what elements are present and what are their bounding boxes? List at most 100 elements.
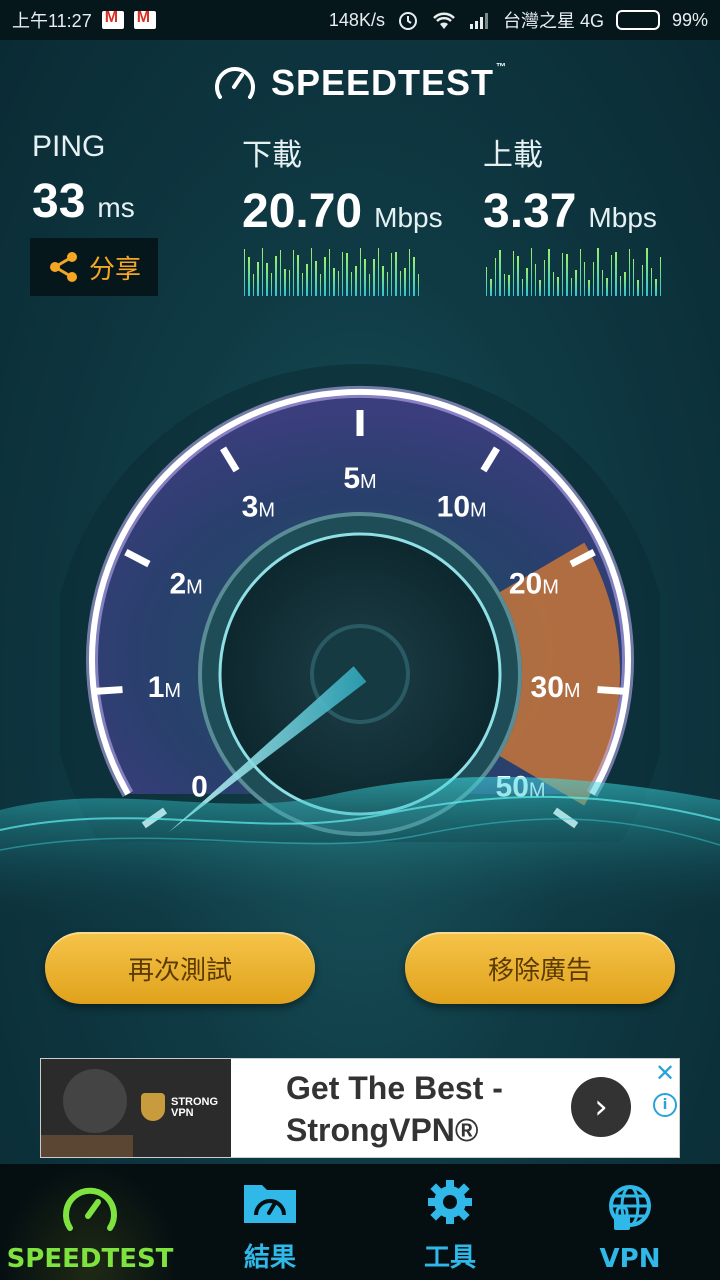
sparkline-bar [261,248,264,296]
upload-stat: 上載 3.37 Mbps [483,130,657,239]
app-header: SPEEDTEST ™ [0,62,720,104]
sparkline-bar [275,256,277,296]
sparkline-bar [346,253,348,296]
sparkline-bar [521,279,524,296]
sparkline-bar [324,257,326,296]
sparkline-bar [413,257,415,296]
sparkline-bar [341,252,344,296]
sparkline-bar [244,249,246,296]
sparkline-bar [557,277,559,296]
sparkline-bar [315,261,317,296]
sparkline-bar [417,274,420,296]
download-unit: Mbps [374,202,443,233]
sparkline-bar [377,248,380,296]
share-button[interactable]: 分享 [30,238,158,296]
download-sparkline [244,244,420,296]
ad-info-icon[interactable]: i [653,1093,677,1117]
sparkline-bar [615,252,617,296]
sparkline-bar [579,249,581,296]
sparkline-bar [517,256,519,296]
ad-person-silhouette [63,1069,127,1133]
nav-tab-speedtest[interactable]: SPEEDTEST [0,1164,180,1280]
ad-close-icon[interactable]: ✕ [651,1059,679,1087]
nav-tab-results[interactable]: 結果 [180,1164,360,1280]
sparkline-bar [292,250,295,296]
sparkline-bar [637,280,639,296]
sparkline-bar [252,274,255,296]
sparkline-bar [526,268,528,296]
sparkline-bar [512,251,515,296]
share-icon [49,252,77,282]
sparkline-bar [337,271,339,296]
sparkline-bar [373,259,375,296]
alarm-icon [398,12,417,30]
sparkline-bar [641,265,644,296]
status-time: 上午11:27 [12,11,92,31]
sparkline-bar [266,263,268,296]
nav-tab-tools[interactable]: 工具 [360,1164,540,1280]
sparkline-bar [548,249,550,296]
sparkline-bar [592,262,595,296]
ad-brand-logo: STRONG VPN [171,1097,218,1119]
sparkline-bar [539,280,541,296]
sparkline-bar [490,279,492,296]
sparkline-bar [355,266,357,296]
sparkline-bar [494,258,497,296]
sparkline-bar [597,248,599,296]
upload-value: 3.37 [483,185,577,238]
sparkline-bar [646,248,648,296]
bottom-nav: SPEEDTEST 結果 工具 VPN [0,1164,720,1280]
sparkline-bar [561,253,564,296]
status-net-speed: 148K/s [328,9,385,30]
globe-lock-icon [609,1185,651,1230]
nav-label-vpn: VPN [599,1244,661,1274]
sparkline-bar [310,248,313,296]
sparkline-bar [257,262,259,296]
sparkline-bar [364,259,366,296]
sparkline-bar [328,249,331,296]
sparkline-bar [319,274,322,296]
gauge-tick [597,686,624,695]
sparkline-bar [566,254,568,296]
speedtest-logo-icon [214,67,255,99]
nav-label-tools: 工具 [423,1243,476,1273]
sparkline-bar [575,270,577,296]
ping-label: PING [32,130,106,163]
ad-banner[interactable]: STRONG VPN Get The Best - StrongVPN® › ✕… [40,1058,680,1158]
chevron-right-icon: › [594,1087,608,1127]
sparkline-bar [404,268,406,296]
sparkline-bar [601,270,604,296]
sparkline-bar [333,268,335,296]
gmail-icon [133,9,156,29]
sparkline-bar [534,264,537,296]
sparkline-bar [395,252,397,296]
sparkline-bar [390,253,393,296]
ad-headline-line2: StrongVPN® [286,1112,479,1148]
ad-brand-line2: VPN [171,1107,194,1119]
sparkline-bar [659,257,662,296]
sparkline-bar [386,272,388,296]
remove-ads-button[interactable]: 移除廣告 [405,932,675,1004]
sparkline-bar [606,278,608,296]
retest-button[interactable]: 再次測試 [45,932,315,1004]
sparkline-bar [350,272,353,296]
sparkline-bar [632,259,635,296]
nav-tab-vpn[interactable]: VPN [540,1164,720,1280]
sparkline-bar [530,248,532,296]
sparkline-bar [503,274,506,296]
upload-label: 上載 [483,139,543,172]
speedometer-icon [63,1187,117,1231]
share-label: 分享 [88,254,141,285]
status-battery: 99% [671,9,708,30]
sparkline-bar [301,273,304,296]
gmail-icon [101,9,124,29]
sparkline-bar [270,273,273,296]
ping-value: 33 [32,175,86,228]
sparkline-bar [279,250,282,296]
ad-headline: Get The Best - StrongVPN® [286,1067,503,1151]
sparkline-bar [486,267,488,296]
sparkline-bar [650,268,653,296]
status-bar: 上午11:27 148K/s 台灣之星 4G 99% [0,0,720,40]
sparkline-bar [655,279,657,296]
ad-open-button[interactable]: › [571,1077,631,1137]
